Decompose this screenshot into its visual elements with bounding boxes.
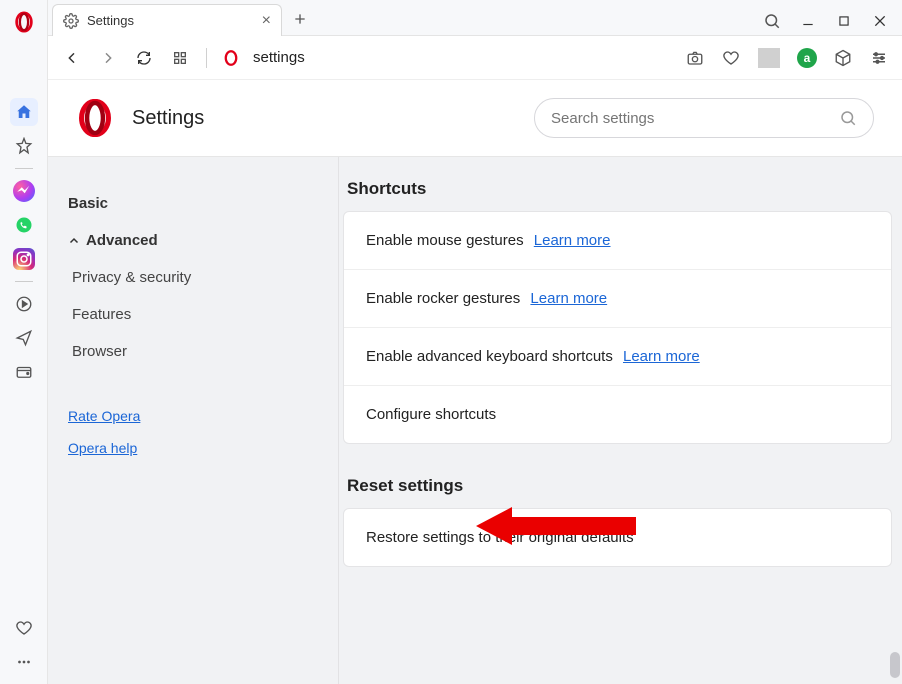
row-rocker-gestures[interactable]: Enable rocker gestures Learn more (344, 270, 891, 328)
wallet-icon[interactable] (10, 358, 38, 386)
maximize-icon[interactable] (834, 11, 854, 31)
gear-icon (63, 13, 79, 29)
rate-opera-link[interactable]: Rate Opera (68, 408, 140, 424)
sidebar-divider (15, 281, 33, 282)
forward-button[interactable] (96, 46, 120, 70)
nav-opera-help[interactable]: Opera help (68, 432, 318, 464)
keyboard-shortcuts-label: Enable advanced keyboard shortcuts (366, 348, 613, 365)
learn-more-link[interactable]: Learn more (623, 348, 700, 365)
tab-title: Settings (87, 13, 254, 28)
learn-more-link[interactable]: Learn more (530, 290, 607, 307)
nav-basic[interactable]: Basic (68, 185, 318, 222)
configure-shortcuts-label: Configure shortcuts (366, 406, 496, 423)
minimize-icon[interactable] (798, 11, 818, 31)
more-menu-icon[interactable] (10, 648, 38, 676)
address-bar: a (48, 36, 902, 80)
settings-content: Basic Advanced Privacy & security Featur… (48, 156, 902, 684)
shortcuts-card: Enable mouse gestures Learn more Enable … (343, 211, 892, 444)
nav-rate-opera[interactable]: Rate Opera (68, 400, 318, 432)
play-circle-icon[interactable] (10, 290, 38, 318)
opera-help-link[interactable]: Opera help (68, 440, 137, 456)
new-tab-button[interactable] (286, 5, 314, 33)
tab-bar: Settings × (48, 0, 902, 36)
extension-badge[interactable]: a (796, 47, 818, 69)
chevron-up-icon (68, 235, 80, 247)
send-icon[interactable] (10, 324, 38, 352)
search-icon[interactable] (762, 11, 782, 31)
search-icon (839, 109, 857, 127)
close-tab-icon[interactable]: × (262, 12, 271, 30)
scrollbar-thumb[interactable] (890, 652, 900, 678)
sidebar-rail (0, 0, 48, 684)
sidebar-divider (15, 168, 33, 169)
section-shortcuts-title: Shortcuts (339, 175, 892, 211)
row-configure-shortcuts[interactable]: Configure shortcuts (344, 386, 891, 443)
nav-privacy[interactable]: Privacy & security (68, 259, 318, 296)
mouse-gestures-label: Enable mouse gestures (366, 232, 524, 249)
divider (758, 48, 780, 68)
nav-advanced[interactable]: Advanced (68, 222, 318, 259)
nav-browser[interactable]: Browser (68, 333, 318, 370)
row-mouse-gestures[interactable]: Enable mouse gestures Learn more (344, 212, 891, 270)
section-reset-title: Reset settings (339, 452, 892, 508)
restore-defaults-label: Restore settings to their original defau… (366, 529, 634, 546)
page-title: Settings (132, 107, 204, 130)
nav-advanced-label: Advanced (86, 232, 158, 249)
instagram-icon[interactable] (10, 245, 38, 273)
settings-body: Shortcuts Enable mouse gestures Learn mo… (338, 157, 902, 684)
heart-icon[interactable] (10, 614, 38, 642)
opera-logo-icon (76, 99, 114, 137)
easy-setup-icon[interactable] (868, 47, 890, 69)
rocker-gestures-label: Enable rocker gestures (366, 290, 520, 307)
cube-icon[interactable] (832, 47, 854, 69)
opera-logo-icon[interactable] (10, 8, 38, 36)
divider (206, 48, 207, 68)
tab-settings[interactable]: Settings × (52, 4, 282, 36)
bookmark-star-icon[interactable] (10, 132, 38, 160)
row-restore-defaults[interactable]: Restore settings to their original defau… (344, 509, 891, 566)
heart-outline-icon[interactable] (720, 47, 742, 69)
close-window-icon[interactable] (870, 11, 890, 31)
back-button[interactable] (60, 46, 84, 70)
settings-nav: Basic Advanced Privacy & security Featur… (48, 157, 338, 684)
speed-dial-icon[interactable] (168, 46, 192, 70)
messenger-icon[interactable] (10, 177, 38, 205)
home-icon[interactable] (10, 98, 38, 126)
search-settings-input[interactable] (551, 110, 839, 127)
nav-features[interactable]: Features (68, 296, 318, 333)
whatsapp-icon[interactable] (10, 211, 38, 239)
reload-button[interactable] (132, 46, 156, 70)
opera-icon (221, 48, 241, 68)
settings-header: Settings (48, 80, 902, 156)
address-input[interactable] (253, 49, 453, 66)
row-keyboard-shortcuts[interactable]: Enable advanced keyboard shortcuts Learn… (344, 328, 891, 386)
reset-card: Restore settings to their original defau… (343, 508, 892, 567)
camera-icon[interactable] (684, 47, 706, 69)
settings-search[interactable] (534, 98, 874, 138)
learn-more-link[interactable]: Learn more (534, 232, 611, 249)
